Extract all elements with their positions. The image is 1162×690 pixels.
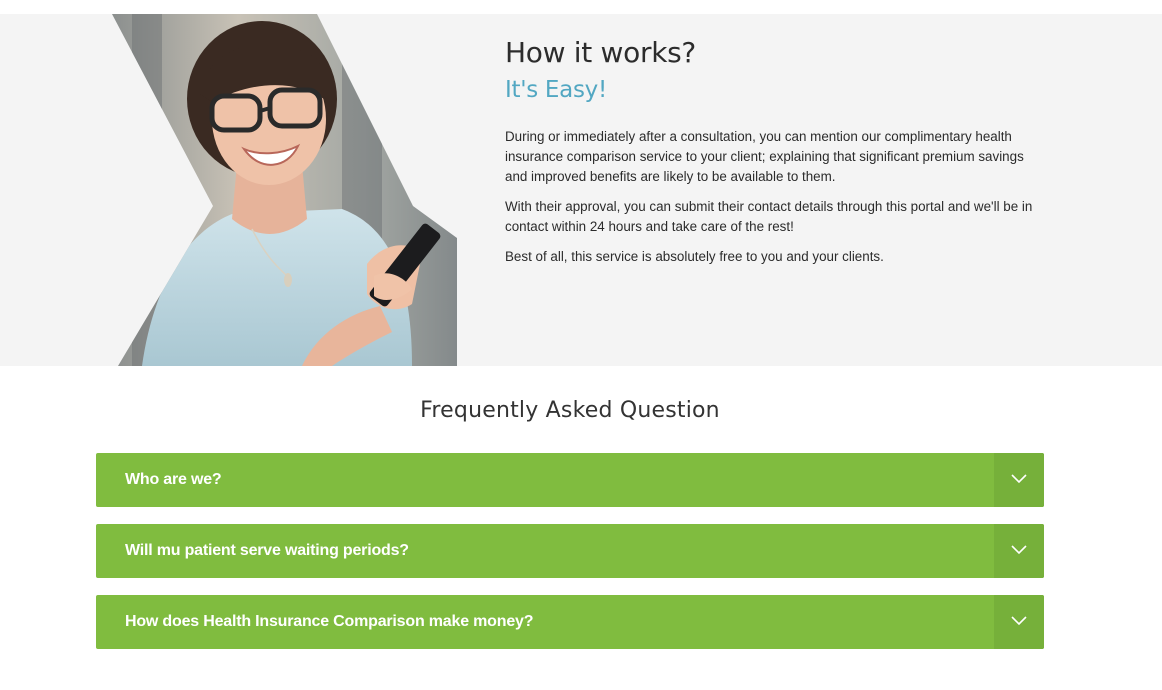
how-it-works-section: How it works? It's Easy! During or immed… <box>0 14 1162 366</box>
hero-text-block: How it works? It's Easy! During or immed… <box>505 36 1045 277</box>
hero-subtitle: It's Easy! <box>505 77 607 103</box>
faq-question: How does Health Insurance Comparison mak… <box>125 613 534 630</box>
chevron-down-icon <box>1011 545 1027 555</box>
hero-paragraph-consultation: During or immediately after a consultati… <box>505 129 1024 184</box>
hero-paragraph-approval: With their approval, you can submit thei… <box>505 199 1033 234</box>
woman-with-phone-photo <box>112 14 472 366</box>
faq-title: Frequently Asked Question <box>420 398 720 423</box>
chevron-down-icon <box>1011 474 1027 484</box>
faq-item-make-money[interactable]: How does Health Insurance Comparison mak… <box>96 595 1044 649</box>
chevron-down-icon <box>1011 616 1027 626</box>
hero-paragraph-free: Best of all, this service is absolutely … <box>505 249 884 264</box>
faq-toggle-button[interactable] <box>994 524 1044 578</box>
hero-title: How it works? <box>505 36 696 69</box>
faq-item-waiting-periods[interactable]: Will mu patient serve waiting periods? <box>96 524 1044 578</box>
faq-question: Will mu patient serve waiting periods? <box>125 542 409 559</box>
faq-toggle-button[interactable] <box>994 453 1044 507</box>
faq-item-who-are-we[interactable]: Who are we? <box>96 453 1044 507</box>
faq-question: Who are we? <box>125 471 222 488</box>
faq-toggle-button[interactable] <box>994 595 1044 649</box>
